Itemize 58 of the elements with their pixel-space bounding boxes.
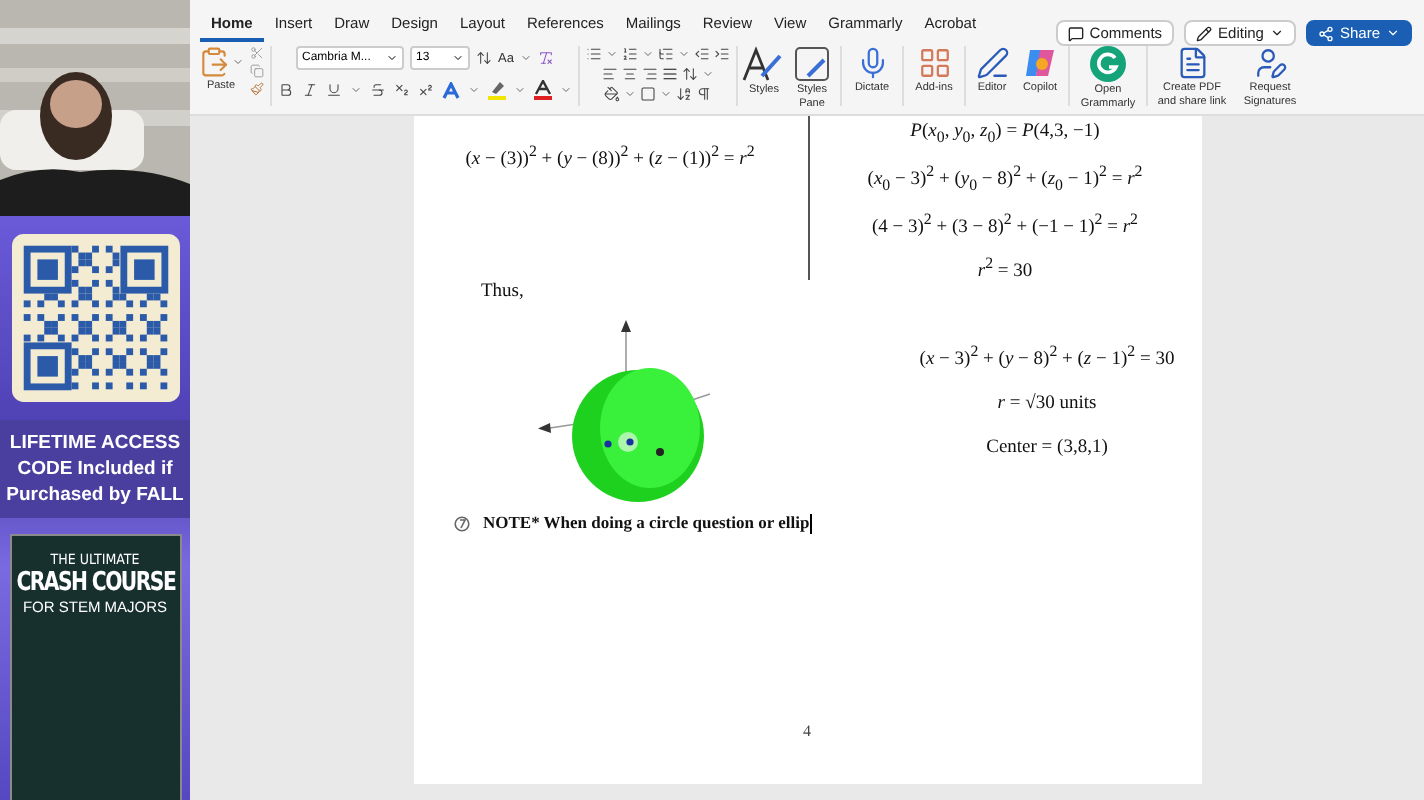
equation: (4 − 3)$^{2}$ + (3 − 8)$^{2}$ + (−1 − 1)$^{2}$ = r$^{2}$ <box>871 209 1138 239</box>
share-icon <box>1317 25 1334 41</box>
line-spacing-icon[interactable] <box>682 66 698 82</box>
bold-icon[interactable] <box>278 82 294 98</box>
caret-icon <box>1386 26 1400 40</box>
underline-icon[interactable] <box>326 82 342 98</box>
numbering-icon[interactable] <box>622 46 638 62</box>
note-text: NOTE* When doing a circle question or ellip <box>483 512 812 535</box>
equation: (x$_{0}$ − 3)$^{2}$ + (y$_{0}$ − 8)$^{2}$ + (z$_{0}$ − 1)$^{2}$ = r$^{2}$ <box>867 161 1143 194</box>
book-title: CRASH COURSE <box>15 568 175 598</box>
justify-icon[interactable] <box>662 66 678 82</box>
strikethrough-icon[interactable] <box>370 82 386 98</box>
copilot-icon[interactable] <box>1023 46 1057 80</box>
speech-bubble-icon <box>1067 25 1084 41</box>
bullets-icon[interactable] <box>586 46 602 62</box>
caret-icon <box>1269 26 1284 40</box>
equation: (x − 3)$^{2}$ + (y − 8)$^{2}$ + (z − 1)$^{2}$ = 30 <box>919 342 1175 371</box>
increase-indent-icon[interactable] <box>714 46 730 62</box>
promo-text: LIFETIME ACCESS CODE Included if Purchased by FALL <box>0 420 190 518</box>
styles-pane-icon[interactable] <box>794 46 830 82</box>
align-right-icon[interactable] <box>642 66 658 82</box>
equation: (x − (3))$^{2}$ + (y − (8))$^{2}$ + (z − (1))$^{2}$ = r$^{2}$ <box>465 142 755 175</box>
equation: r$^{2}$ = 30 <box>977 254 1033 283</box>
caret-icon <box>386 52 399 64</box>
equation: P(x$_{0}$, y$_{0}$, z$_{0}$) = P(4,3, −1) <box>910 122 1100 146</box>
font-color-icon[interactable] <box>534 80 552 100</box>
caret-icon <box>452 52 465 64</box>
clear-formatting-icon[interactable] <box>537 50 554 66</box>
text-effects-icon[interactable] <box>442 81 460 99</box>
cut-icon[interactable] <box>250 46 264 60</box>
paragraph-text: Thus, <box>479 280 526 302</box>
format-painter-icon[interactable] <box>250 82 264 96</box>
qr-code-icon <box>11 232 179 404</box>
paragraph-marker-icon <box>453 515 469 532</box>
person-sign-icon[interactable] <box>1253 46 1287 80</box>
superscript-icon[interactable] <box>418 82 434 98</box>
subscript-icon[interactable] <box>394 82 410 98</box>
document-icon[interactable] <box>1175 46 1209 80</box>
decrease-indent-icon[interactable] <box>694 46 710 62</box>
align-center-icon[interactable] <box>622 66 638 82</box>
borders-icon[interactable] <box>640 86 656 102</box>
equation: Center = (3,8,1) <box>986 438 1108 459</box>
add-ins-icon[interactable] <box>917 46 951 80</box>
paste-icon[interactable] <box>198 46 230 78</box>
styles-icon[interactable] <box>742 46 786 82</box>
equation: r = √30 units <box>997 394 1097 415</box>
sort-icon[interactable] <box>676 86 692 102</box>
grammarly-icon[interactable] <box>1090 46 1126 82</box>
shading-icon[interactable] <box>604 86 620 102</box>
pen-icon[interactable] <box>975 46 1009 80</box>
page-number: 4 <box>803 722 811 740</box>
pilcrow-icon[interactable] <box>696 86 712 102</box>
font-size-icon[interactable] <box>476 50 493 66</box>
pencil-icon <box>1196 25 1213 41</box>
highlighter-icon[interactable] <box>488 80 506 100</box>
italic-icon[interactable] <box>302 82 318 98</box>
multilevel-list-icon[interactable] <box>658 46 674 62</box>
align-left-icon[interactable] <box>602 66 618 82</box>
